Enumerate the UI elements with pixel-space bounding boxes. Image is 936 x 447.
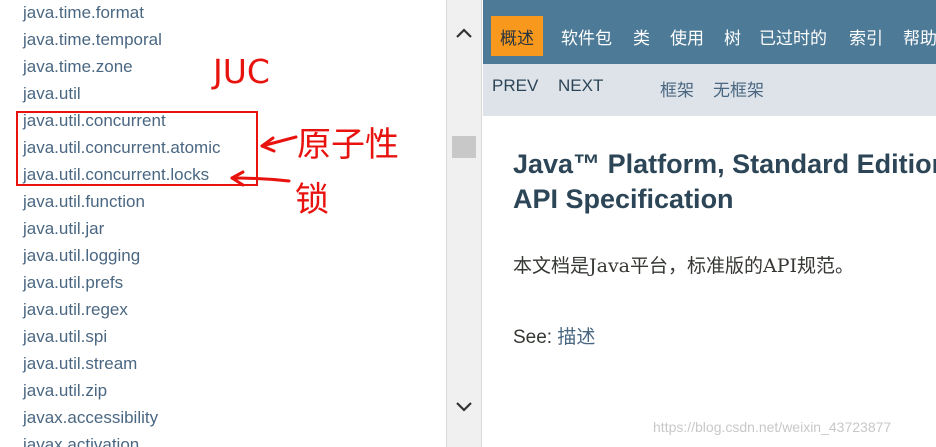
- package-list-pane: java.time.format java.time.temporal java…: [0, 0, 446, 447]
- nav-item-help[interactable]: 帮助: [903, 24, 936, 49]
- chevron-up-icon: [456, 28, 472, 38]
- arrow-to-atomic-icon: [260, 135, 298, 153]
- package-link[interactable]: javax.accessibility: [23, 408, 158, 428]
- page-title-line: API Specification: [513, 184, 734, 214]
- annotation-juc: JUC: [213, 52, 270, 91]
- package-link[interactable]: java.util: [23, 84, 81, 104]
- next-link[interactable]: NEXT: [558, 76, 603, 96]
- nav-item-deprecated[interactable]: 已过时的: [759, 24, 827, 49]
- nav-item-class[interactable]: 类: [633, 24, 650, 49]
- package-link[interactable]: java.util.stream: [23, 354, 137, 374]
- scroll-up-button[interactable]: [447, 18, 481, 48]
- package-link[interactable]: java.util.zip: [23, 381, 107, 401]
- overview-pane: 概述 软件包 类 使用 树 已过时的 索引 帮助 PREV NEXT 框架 无框…: [483, 0, 936, 447]
- sub-navbar: PREV NEXT 框架 无框架: [483, 64, 936, 116]
- page-title: Java™ Platform, Standard Edition 8 API S…: [513, 147, 936, 217]
- scroll-down-button[interactable]: [447, 392, 481, 422]
- nav-item-overview[interactable]: 概述: [500, 24, 534, 49]
- description-link[interactable]: 描述: [557, 326, 595, 348]
- package-link[interactable]: java.util.spi: [23, 327, 107, 347]
- no-frames-link[interactable]: 无框架: [713, 76, 764, 101]
- package-link[interactable]: java.util.logging: [23, 246, 140, 266]
- nav-item-use[interactable]: 使用: [670, 24, 704, 49]
- package-list-scrollbar[interactable]: [446, 0, 482, 447]
- package-link[interactable]: java.time.format: [23, 3, 144, 23]
- nav-item-index[interactable]: 索引: [849, 24, 883, 49]
- see-label: See:: [513, 327, 558, 348]
- package-link[interactable]: java.util.jar: [23, 219, 104, 239]
- nav-item-package[interactable]: 软件包: [561, 24, 612, 49]
- page-description: 本文档是Java平台，标准版的API规范。: [513, 255, 855, 277]
- annotation-atomic: 原子性: [297, 125, 399, 165]
- package-link[interactable]: java.util.regex: [23, 300, 128, 320]
- annotation-locks: 锁: [295, 180, 329, 220]
- see-also: See: 描述: [513, 322, 595, 349]
- chevron-down-icon: [456, 402, 472, 412]
- package-link[interactable]: java.util.function: [23, 192, 145, 212]
- watermark: https://blog.csdn.net/weixin_43723877: [653, 419, 892, 435]
- package-link[interactable]: java.time.temporal: [23, 30, 162, 50]
- package-link[interactable]: java.time.zone: [23, 57, 133, 77]
- package-link[interactable]: javax.activation: [23, 435, 139, 447]
- package-link[interactable]: java.util.prefs: [23, 273, 123, 293]
- frames-link[interactable]: 框架: [660, 76, 694, 101]
- nav-item-tree[interactable]: 树: [724, 24, 741, 49]
- annotation-highlight-box: [16, 111, 258, 186]
- scroll-thumb[interactable]: [452, 136, 476, 158]
- page-title-line: Java™ Platform, Standard Edition 8: [513, 149, 936, 179]
- top-navbar: 概述 软件包 类 使用 树 已过时的 索引 帮助: [483, 0, 936, 64]
- prev-link[interactable]: PREV: [492, 76, 538, 96]
